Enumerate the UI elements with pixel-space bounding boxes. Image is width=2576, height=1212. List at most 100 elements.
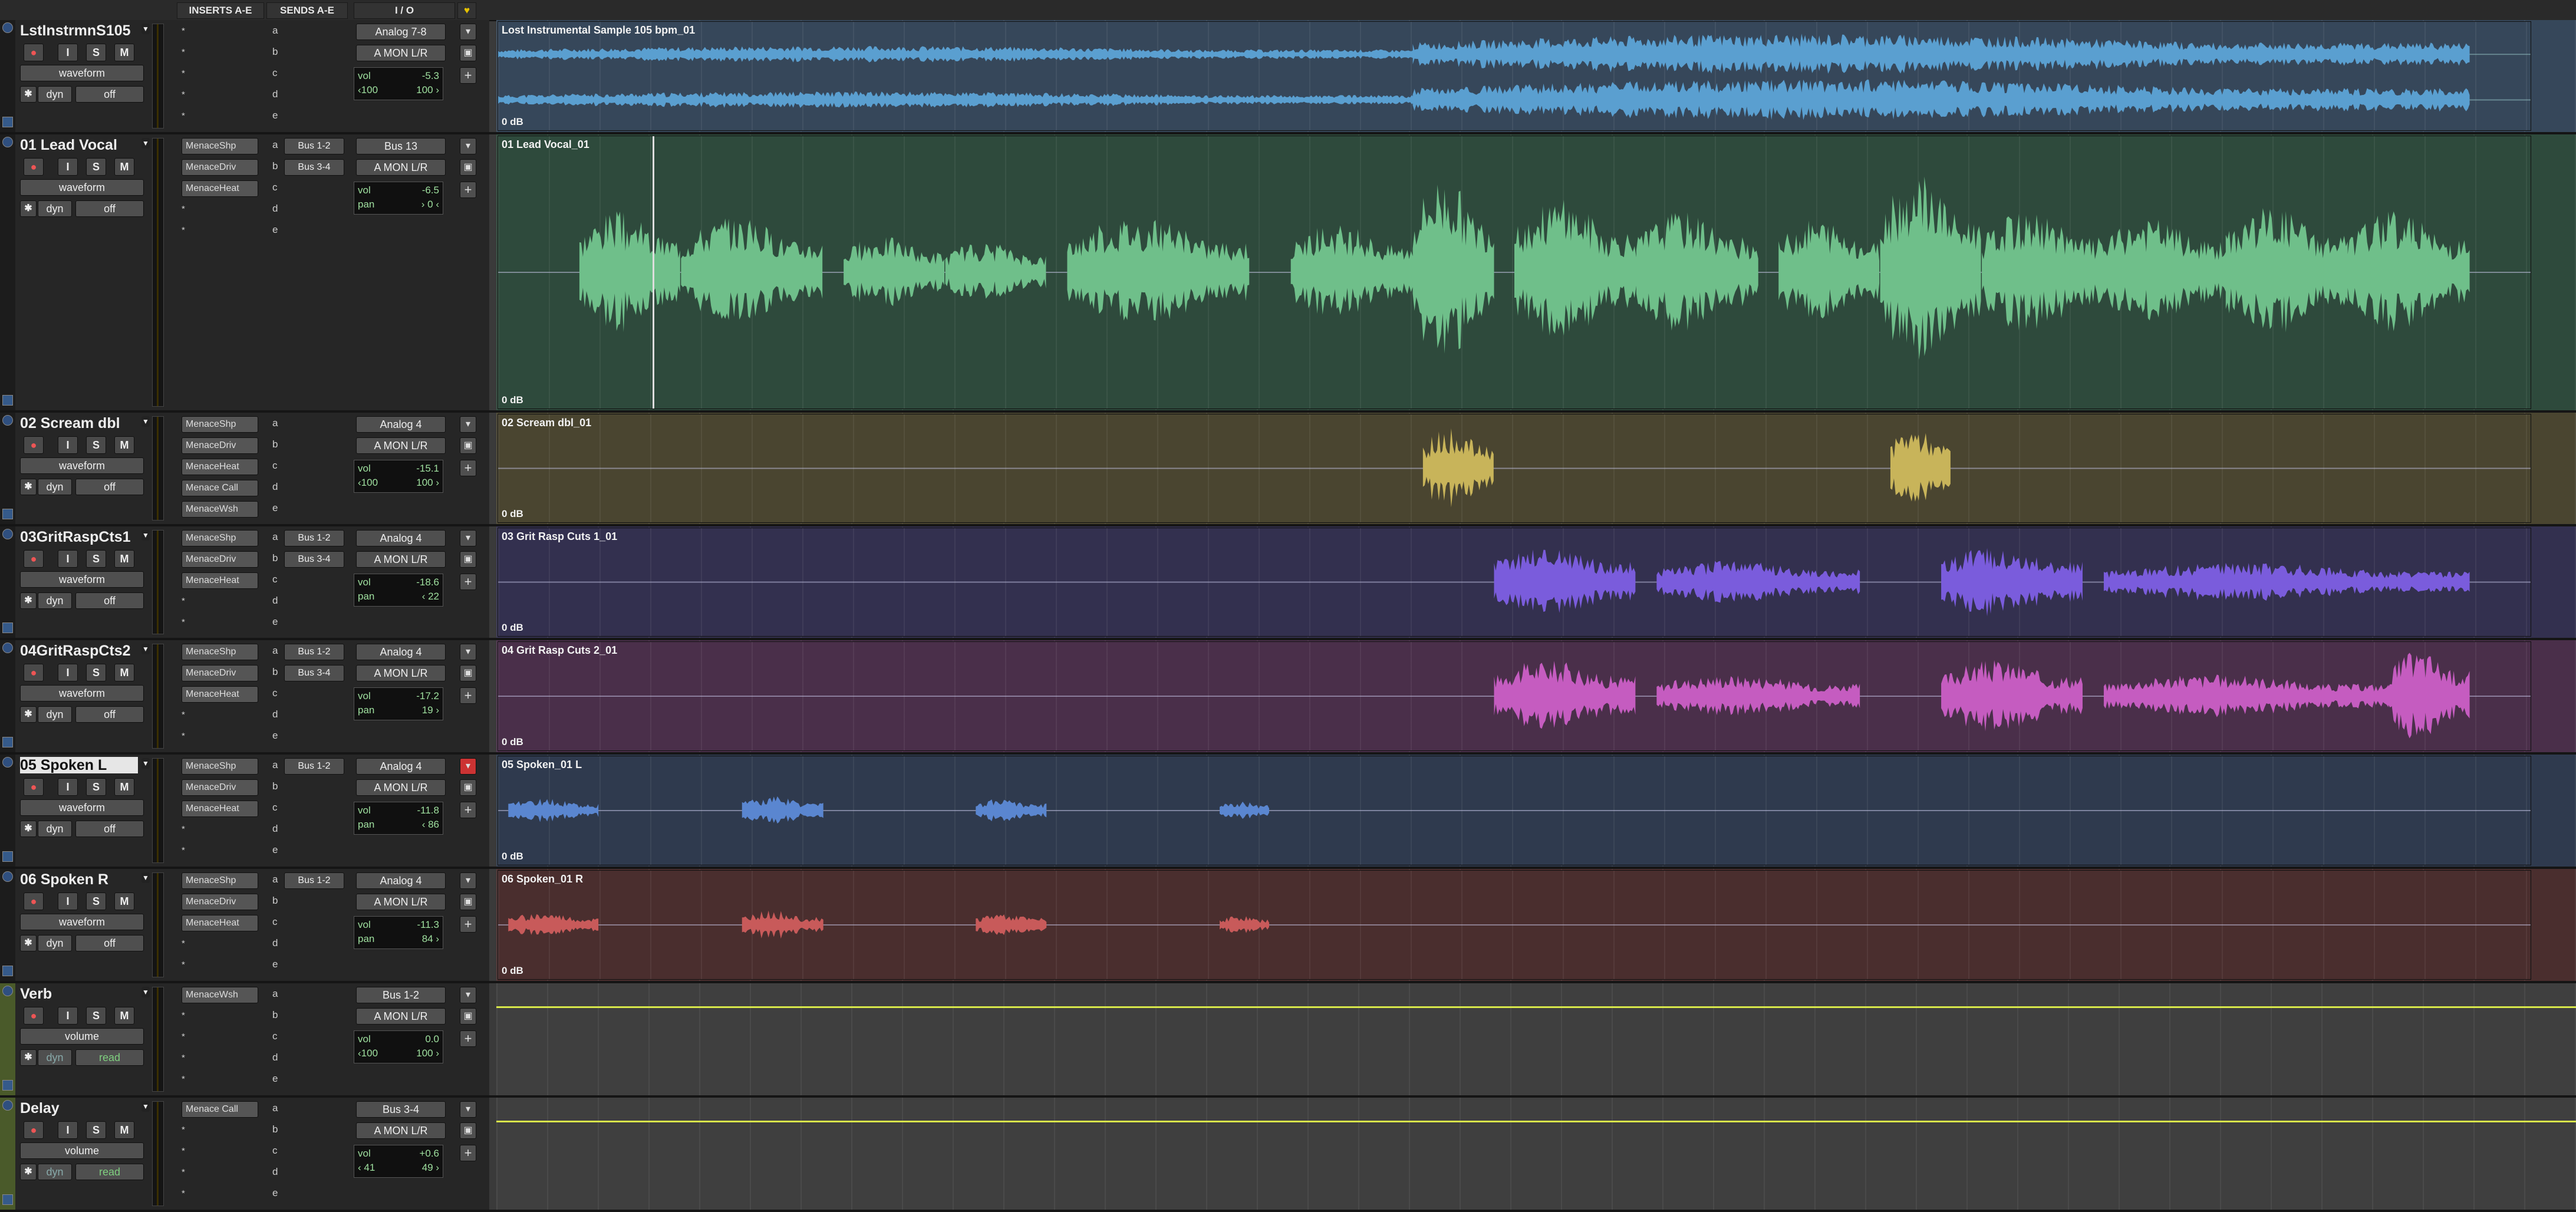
track-expand-icon[interactable]: [2, 137, 13, 147]
insert-slot-empty[interactable]: *: [177, 222, 259, 239]
track-menu-button[interactable]: ▾: [460, 24, 476, 40]
input-selector[interactable]: Bus 3-4: [356, 1101, 446, 1118]
track-name[interactable]: 01 Lead Vocal: [20, 137, 138, 153]
output-selector[interactable]: A MON L/R: [356, 665, 446, 681]
send-bus[interactable]: Bus 1-2: [284, 530, 344, 546]
track-menu-icon[interactable]: ▼: [141, 644, 150, 654]
track-resize-icon[interactable]: [2, 1080, 13, 1091]
insert-slot[interactable]: MenaceShp: [177, 529, 259, 546]
insert-slot-empty[interactable]: *: [177, 956, 259, 974]
dynamics-icon[interactable]: ✱: [20, 821, 37, 837]
input-monitor-button[interactable]: I: [58, 892, 78, 910]
mute-button[interactable]: M: [114, 892, 134, 910]
output-selector[interactable]: A MON L/R: [356, 159, 446, 176]
automation-mode-selector[interactable]: off: [75, 86, 144, 103]
insert-slot-empty[interactable]: *: [177, 1121, 259, 1139]
add-button[interactable]: +: [460, 67, 476, 84]
track-name[interactable]: 02 Scream dbl: [20, 415, 138, 432]
output-selector[interactable]: A MON L/R: [356, 45, 446, 61]
insert-slot-empty[interactable]: *: [177, 1185, 259, 1203]
automation-mode-selector[interactable]: off: [75, 479, 144, 495]
track-view-selector[interactable]: waveform: [20, 179, 144, 196]
insert-slot[interactable]: MenaceDriv: [177, 664, 259, 681]
track-expand-icon[interactable]: [2, 871, 13, 882]
track-menu-icon[interactable]: ▼: [141, 1101, 150, 1112]
record-enable-button[interactable]: ●: [24, 1121, 44, 1139]
dyn-selector[interactable]: dyn: [38, 1049, 72, 1066]
insert-slot-empty[interactable]: *: [177, 1049, 259, 1067]
insert-slot[interactable]: MenaceShp: [177, 137, 259, 154]
insert-slot-empty[interactable]: *: [177, 821, 259, 838]
inserts-column-header[interactable]: INSERTS A-E: [177, 2, 264, 19]
solo-button[interactable]: S: [86, 664, 106, 681]
add-button[interactable]: +: [460, 802, 476, 818]
insert-slot[interactable]: MenaceShp: [177, 643, 259, 660]
solo-button[interactable]: S: [86, 158, 106, 176]
pan-right-value[interactable]: 100 ›: [416, 83, 439, 97]
record-enable-button[interactable]: ●: [24, 664, 44, 681]
dynamics-icon[interactable]: ✱: [20, 1164, 37, 1180]
track-menu-icon[interactable]: ▼: [141, 987, 150, 997]
pan-left-value[interactable]: ‹100: [358, 83, 378, 97]
track-menu-button[interactable]: ▾: [460, 872, 476, 889]
send-bus[interactable]: Bus 3-4: [284, 551, 344, 568]
input-selector[interactable]: Analog 4: [356, 416, 446, 433]
dyn-selector[interactable]: dyn: [38, 1164, 72, 1180]
record-enable-button[interactable]: ●: [24, 158, 44, 176]
track-name[interactable]: 05 Spoken L: [20, 757, 138, 773]
add-button[interactable]: +: [460, 1030, 476, 1047]
mute-button[interactable]: M: [114, 1007, 134, 1025]
track-menu-button[interactable]: ▾: [460, 416, 476, 433]
track-expand-icon[interactable]: [2, 1100, 13, 1111]
insert-slot[interactable]: MenaceHeat: [177, 914, 259, 931]
playhead-cursor[interactable]: [653, 136, 654, 409]
clip-gain[interactable]: 0 dB: [502, 851, 523, 862]
track-name[interactable]: Verb: [20, 986, 138, 1002]
output-window-icon[interactable]: ▣: [460, 551, 476, 568]
sends-column-header[interactable]: SENDS A-E: [266, 2, 348, 19]
automation-mode-selector[interactable]: off: [75, 706, 144, 723]
track-menu-button[interactable]: ▾: [460, 530, 476, 546]
pan-value[interactable]: ‹ 86: [422, 818, 439, 832]
output-selector[interactable]: A MON L/R: [356, 1122, 446, 1139]
track-expand-icon[interactable]: [2, 22, 13, 33]
insert-slot-empty[interactable]: *: [177, 706, 259, 724]
send-bus[interactable]: Bus 1-2: [284, 644, 344, 660]
solo-button[interactable]: S: [86, 436, 106, 454]
track-menu-icon[interactable]: ▼: [141, 758, 150, 769]
track-resize-icon[interactable]: [2, 117, 13, 127]
volume-value[interactable]: -15.1: [416, 462, 439, 476]
pan-value[interactable]: › 0 ‹: [421, 197, 439, 212]
clip-gain[interactable]: 0 dB: [502, 394, 523, 406]
send-bus[interactable]: Bus 1-2: [284, 138, 344, 154]
track-view-selector[interactable]: waveform: [20, 685, 144, 701]
insert-slot-empty[interactable]: *: [177, 1028, 259, 1046]
pan-value[interactable]: 19 ›: [422, 703, 439, 717]
track-menu-icon[interactable]: ▼: [141, 138, 150, 149]
insert-slot[interactable]: MenaceDriv: [177, 158, 259, 176]
track-expand-icon[interactable]: [2, 643, 13, 653]
mute-button[interactable]: M: [114, 550, 134, 568]
track-resize-icon[interactable]: [2, 966, 13, 976]
volume-value[interactable]: +0.6: [419, 1147, 439, 1161]
automation-mode-selector[interactable]: read: [75, 1164, 144, 1180]
solo-button[interactable]: S: [86, 1121, 106, 1139]
track-view-selector[interactable]: volume: [20, 1028, 144, 1045]
output-selector[interactable]: A MON L/R: [356, 894, 446, 910]
insert-slot[interactable]: MenaceHeat: [177, 571, 259, 589]
track-resize-icon[interactable]: [2, 1194, 13, 1205]
playlist-lane[interactable]: [496, 1098, 2576, 1210]
input-selector[interactable]: Analog 4: [356, 758, 446, 775]
track-name[interactable]: Delay: [20, 1100, 138, 1117]
insert-slot-empty[interactable]: *: [177, 614, 259, 631]
insert-slot[interactable]: MenaceHeat: [177, 685, 259, 703]
clip-gain[interactable]: 0 dB: [502, 508, 523, 520]
record-enable-button[interactable]: ●: [24, 436, 44, 454]
audio-clip[interactable]: 01 Lead Vocal_01 0 dB: [498, 136, 2531, 409]
solo-button[interactable]: S: [86, 892, 106, 910]
add-button[interactable]: +: [460, 460, 476, 476]
track-menu-button[interactable]: ▾: [460, 644, 476, 660]
output-selector[interactable]: A MON L/R: [356, 1008, 446, 1025]
dynamics-icon[interactable]: ✱: [20, 592, 37, 609]
input-selector[interactable]: Analog 4: [356, 530, 446, 546]
